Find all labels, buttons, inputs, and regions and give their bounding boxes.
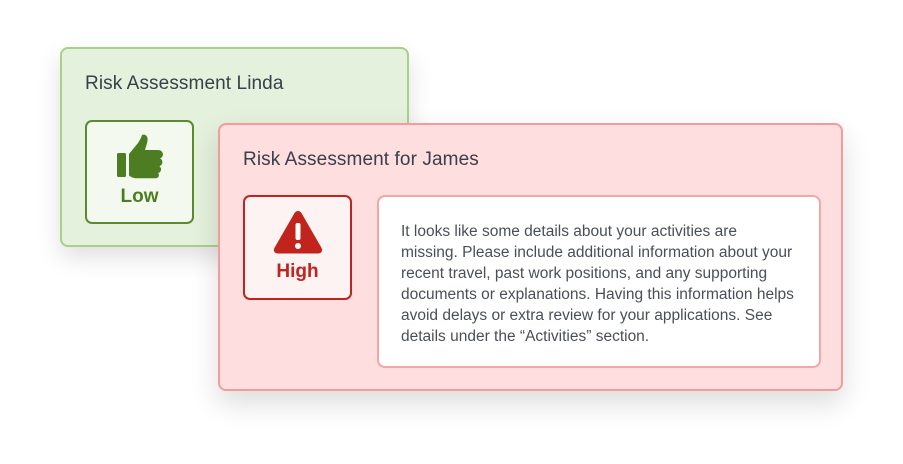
risk-message-text: It looks like some details about your ac… [401,223,794,345]
risk-level-label: High [276,261,319,282]
card-title: Risk Assessment Linda [85,73,284,94]
risk-message-box: It looks like some details about your ac… [377,195,821,368]
risk-level-badge-low: Low [85,120,194,224]
risk-level-label: Low [120,186,159,207]
warning-triangle-icon [273,211,322,254]
thumbs-up-icon [116,134,163,179]
risk-card-james: Risk Assessment for James High It looks … [218,123,843,391]
card-title: Risk Assessment for James [243,149,479,170]
risk-level-badge-high: High [243,195,352,300]
